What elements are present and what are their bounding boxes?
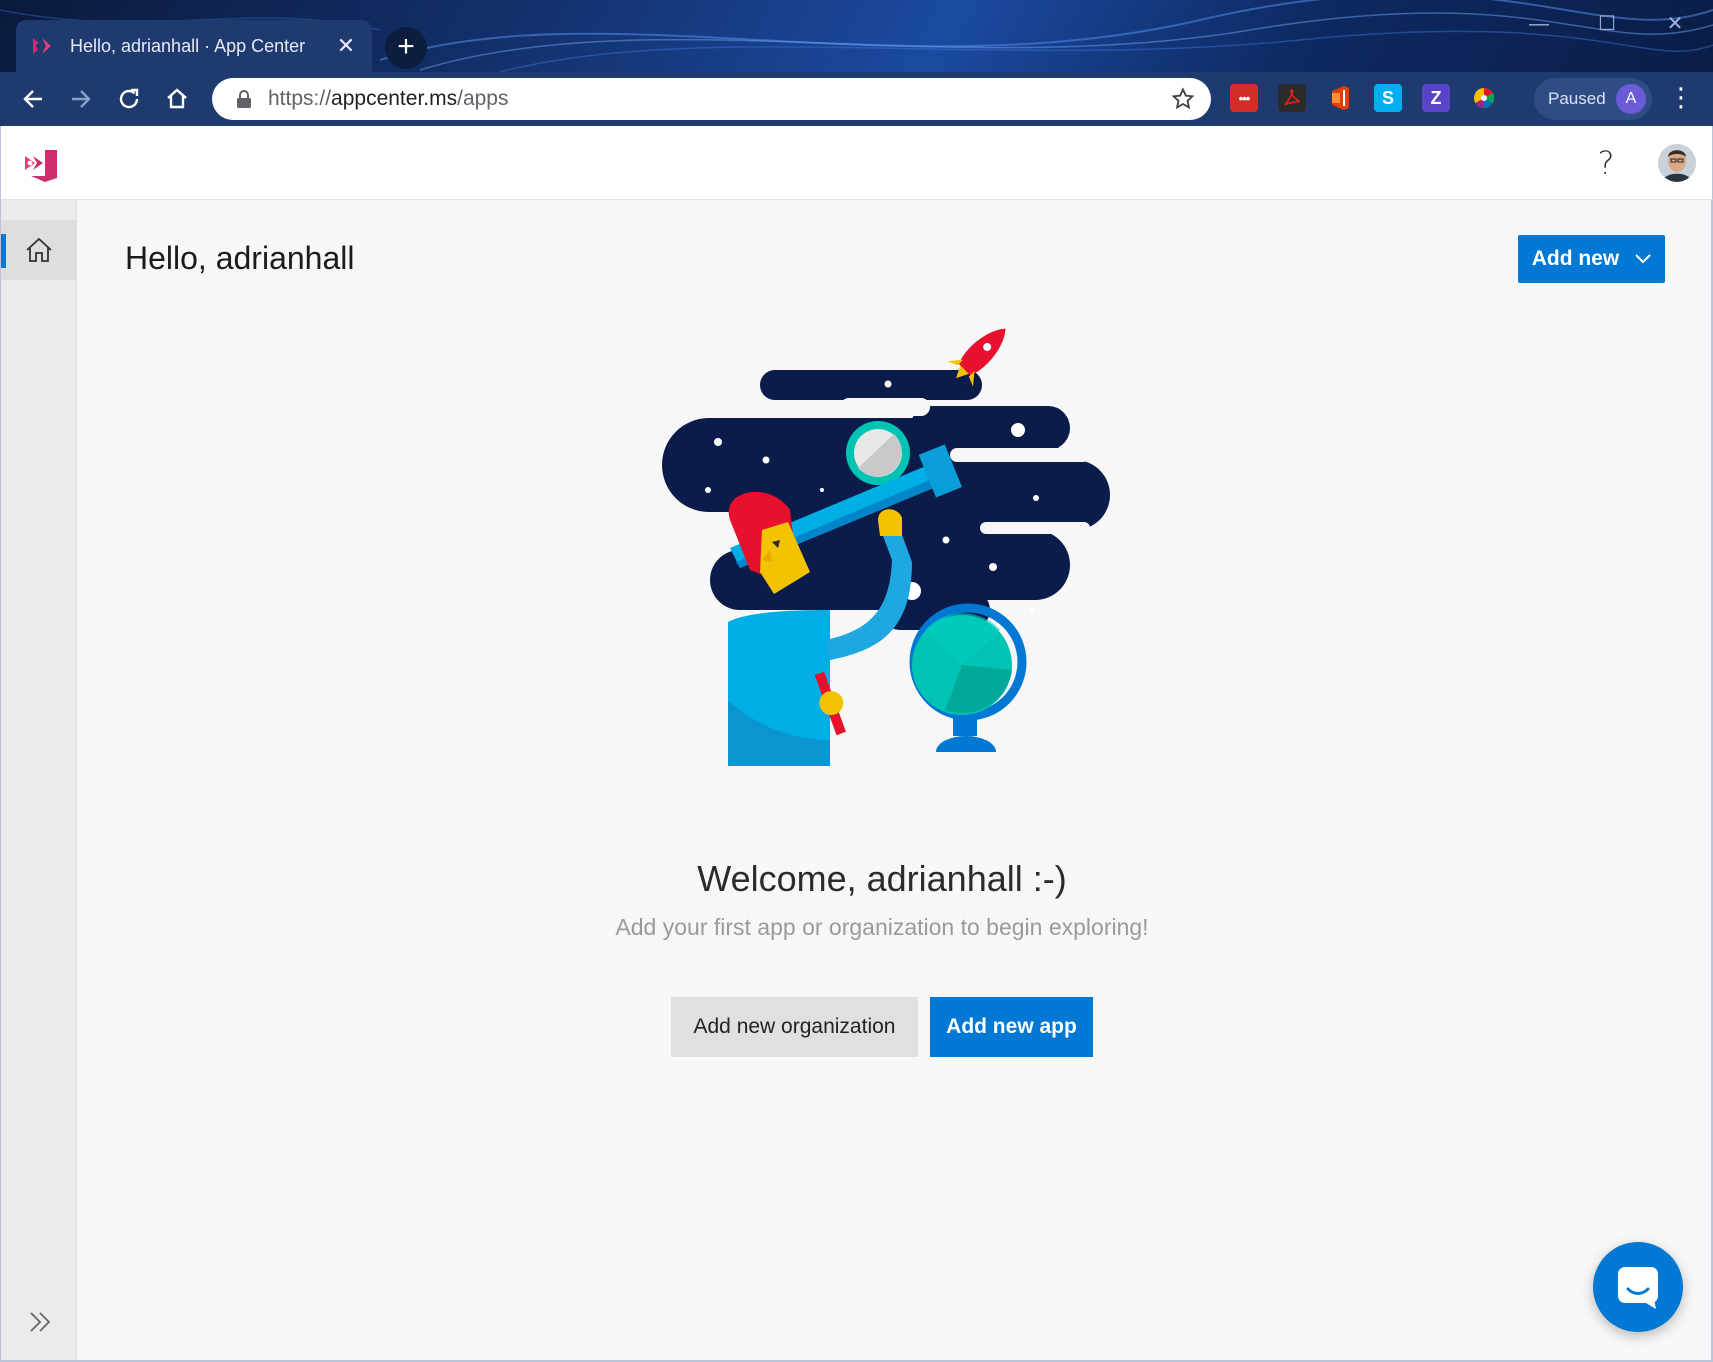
add-new-label: Add new [1531,247,1620,270]
app-center-favicon-icon [33,38,51,54]
chevron-down-icon [1635,254,1651,264]
address-bar[interactable]: https://appcenter.ms/apps [212,78,1211,120]
browser-titlebar: Hello, adrianhall · App Center ✕ + — ☐ ✕ [0,0,1713,72]
acrobat-icon[interactable] [1278,84,1306,112]
url-text: https://appcenter.ms/apps [268,87,509,110]
chat-support-button[interactable] [1593,1242,1683,1332]
welcome-subtitle: Add your first app or organization to be… [615,914,1149,940]
app-center-logo-icon[interactable] [23,146,59,182]
new-tab-button[interactable]: + [385,27,427,69]
app-header: ? [0,126,1713,200]
expand-sidebar-icon[interactable] [27,1308,55,1336]
browser-menu-icon[interactable]: ⋮ [1668,82,1694,116]
browser-tab-active[interactable]: Hello, adrianhall · App Center ✕ [16,20,372,72]
chat-icon [1618,1267,1658,1309]
user-avatar[interactable] [1658,144,1696,182]
left-sidebar [0,200,77,1362]
lock-icon [237,90,251,108]
office-icon[interactable] [1326,84,1354,112]
profile-status-label: Paused [1548,89,1606,108]
tab-close-icon[interactable]: ✕ [334,33,358,59]
back-icon[interactable] [14,80,52,118]
reload-icon[interactable] [110,80,148,118]
sidebar-item-home[interactable] [1,220,77,280]
close-window-icon[interactable]: ✕ [1652,8,1698,40]
tab-title: Hello, adrianhall · App Center [70,35,306,56]
add-new-app-button[interactable]: Add new app [930,997,1093,1057]
color-wheel-icon[interactable] [1470,84,1498,112]
welcome-block: Welcome, adrianhall :-) Add your first a… [577,858,1187,941]
z-extension-icon[interactable]: Z [1422,84,1450,112]
help-icon[interactable]: ? [1589,144,1623,184]
active-indicator [1,234,6,268]
lastpass-icon[interactable]: ••• [1230,84,1258,112]
add-new-organization-button[interactable]: Add new organization [671,997,918,1057]
bookmark-star-icon[interactable] [1171,87,1195,111]
profile-paused-button[interactable]: Paused A [1534,78,1652,120]
welcome-heading: Welcome, adrianhall :-) [697,858,1067,899]
profile-avatar: A [1616,84,1646,114]
skype-s-icon[interactable]: S [1374,84,1402,112]
minimize-icon[interactable]: — [1516,8,1562,40]
forward-icon[interactable] [62,80,100,118]
maximize-icon[interactable]: ☐ [1584,8,1630,40]
home-browser-icon[interactable] [158,80,196,118]
add-new-dropdown-button[interactable]: Add new [1518,235,1665,283]
page-title: Hello, adrianhall [125,240,355,276]
welcome-illustration [662,328,1110,766]
browser-toolbar: https://appcenter.ms/apps ••• S Z Paused… [0,72,1713,126]
home-icon [26,237,52,262]
